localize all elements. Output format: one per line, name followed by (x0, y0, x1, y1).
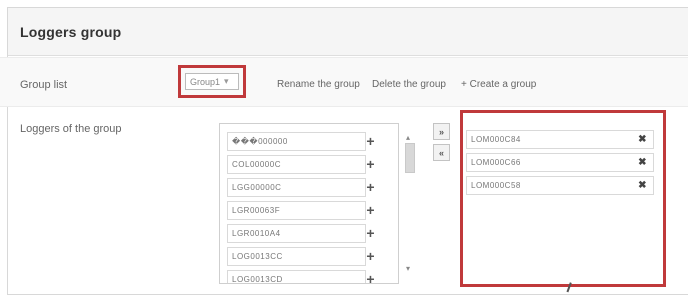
scrollbar-thumb[interactable] (405, 143, 415, 173)
list-item-label: LGR00063F (232, 206, 281, 215)
list-item[interactable]: LOG0013CD + (227, 270, 375, 284)
list-item-label: LOM000C58 (471, 181, 521, 190)
list-item[interactable]: LOM000C66 ✖ (466, 153, 654, 172)
list-item-label: COL00000C (232, 160, 281, 169)
list-item[interactable]: LGR00063F + (227, 201, 375, 220)
delete-group-link[interactable]: Delete the group (372, 79, 446, 90)
list-item[interactable]: LGG00000C + (227, 178, 375, 197)
available-list-scrollbar[interactable]: ▴ ▾ (403, 133, 417, 273)
plus-icon[interactable]: + (366, 249, 375, 263)
list-item-label: LGR0010A4 (232, 229, 281, 238)
list-item-label: LOM000C66 (471, 158, 521, 167)
list-item-label: ���000000 (232, 137, 288, 146)
list-item[interactable]: LOG0013CC + (227, 247, 375, 266)
available-loggers-list[interactable]: ���000000 + COL00000C + LGG00000C + LGR0… (219, 123, 399, 284)
close-icon[interactable]: ✖ (638, 157, 647, 168)
group-select-value: Group1 (190, 76, 221, 87)
plus-icon[interactable]: + (366, 157, 375, 171)
move-all-left-button[interactable]: « (433, 144, 450, 161)
chevron-down-icon: ▾ (224, 76, 229, 86)
list-item[interactable]: ���000000 + (227, 132, 375, 151)
double-chevron-left-icon: « (438, 147, 444, 158)
list-item-label: LGG00000C (232, 183, 282, 192)
panel-title: Loggers group (20, 23, 122, 40)
rename-group-link[interactable]: Rename the group (277, 79, 360, 90)
plus-icon[interactable]: + (366, 180, 375, 194)
list-item[interactable]: LOM000C58 ✖ (466, 176, 654, 195)
plus-icon[interactable]: + (366, 226, 375, 240)
panel-header: Loggers group (8, 8, 688, 56)
loggers-label: Loggers of the group (20, 123, 122, 135)
create-group-link[interactable]: + Create a group (461, 79, 536, 90)
list-item-label: LOG0013CD (232, 275, 283, 284)
group-list-label: Group list (20, 79, 68, 91)
scroll-up-icon[interactable]: ▴ (406, 133, 410, 142)
list-item-label: LOG0013CC (232, 252, 283, 261)
plus-icon[interactable]: + (366, 203, 375, 217)
list-item-label: LOM000C84 (471, 135, 521, 144)
move-all-right-button[interactable]: » (433, 123, 450, 140)
close-icon[interactable]: ✖ (638, 180, 647, 191)
selected-loggers-list[interactable]: LOM000C84 ✖ LOM000C66 ✖ LOM000C58 ✖ (460, 110, 666, 287)
plus-icon[interactable]: + (366, 272, 375, 283)
list-item[interactable]: LOM000C84 ✖ (466, 130, 654, 149)
list-item[interactable]: COL00000C + (227, 155, 375, 174)
list-item[interactable]: LGR0010A4 + (227, 224, 375, 243)
close-icon[interactable]: ✖ (638, 134, 647, 145)
scroll-down-icon[interactable]: ▾ (406, 264, 410, 273)
plus-icon[interactable]: + (366, 134, 375, 148)
group-select-highlight: Group1 ▾ (178, 65, 246, 98)
group-select[interactable]: Group1 ▾ (185, 73, 239, 90)
double-chevron-right-icon: » (438, 126, 444, 137)
